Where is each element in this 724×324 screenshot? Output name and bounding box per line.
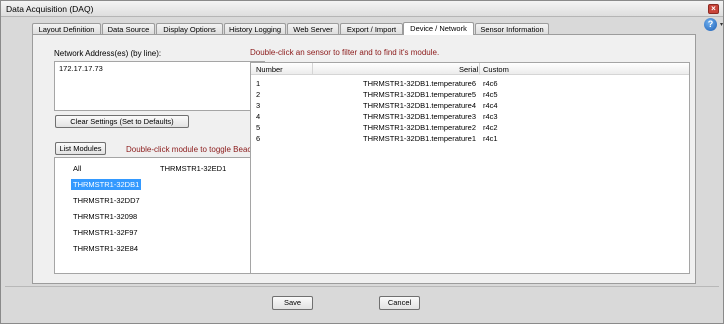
module-item[interactable]: THRMSTR1-32ED1 [158,163,228,174]
sensor-custom: r4c3 [483,112,498,121]
module-item[interactable]: THRMSTR1-32098 [71,211,139,222]
sensor-number: 1 [256,79,261,88]
device-network-panel: Network Address(es) (by line): 172.17.17… [32,34,696,284]
sensor-custom: r4c5 [483,90,498,99]
title-bar: Data Acquisition (DAQ) × [1,1,723,17]
sensor-serial: THRMSTR1-32DB1.temperature2 [363,123,476,132]
sensors-hint: Double-click an sensor to filter and to … [250,48,440,57]
help-dropdown-icon[interactable]: ▾ [720,21,723,28]
module-item-selected[interactable]: THRMSTR1-32DB1 [71,179,142,190]
sensor-custom: r4c4 [483,101,498,110]
sensor-serial: THRMSTR1-32DB1.temperature4 [363,101,476,110]
column-number[interactable]: Number [256,65,283,74]
sensor-custom: r4c1 [483,134,498,143]
column-custom[interactable]: Custom [483,65,509,74]
sensor-row[interactable]: 1 THRMSTR1-32DB1.temperature6 r4c6 [251,78,689,89]
network-address-input[interactable]: 172.17.17.73 ▲ ▼ [54,61,265,111]
column-serial[interactable]: Serial [459,65,478,74]
sensor-number: 5 [256,123,261,132]
network-address-value: 172.17.17.73 [59,64,103,73]
sensor-serial: THRMSTR1-32DB1.temperature6 [363,79,476,88]
sensor-row[interactable]: 6 THRMSTR1-32DB1.temperature1 r4c1 [251,133,689,144]
window-title: Data Acquisition (DAQ) [6,4,94,14]
network-address-label: Network Address(es) (by line): [54,49,162,58]
modules-list[interactable]: All THRMSTR1-32DB1 THRMSTR1-32DD7 THRMST… [54,157,252,274]
sensor-row[interactable]: 2 THRMSTR1-32DB1.temperature5 r4c5 [251,89,689,100]
module-item-all[interactable]: All [71,163,83,174]
sensor-serial: THRMSTR1-32DB1.temperature5 [363,90,476,99]
sensor-serial: THRMSTR1-32DB1.temperature3 [363,112,476,121]
clear-settings-button[interactable]: Clear Settings (Set to Defaults) [55,115,189,128]
sensor-custom: r4c6 [483,79,498,88]
sensor-number: 2 [256,90,261,99]
sensor-number: 3 [256,101,261,110]
modules-hint: Double-click module to toggle Beacon. [126,145,263,154]
module-item[interactable]: THRMSTR1-32DD7 [71,195,142,206]
module-item[interactable]: THRMSTR1-32F97 [71,227,140,238]
daq-window: Data Acquisition (DAQ) × ? ▾ Layout Defi… [0,0,724,324]
sensor-row[interactable]: 5 THRMSTR1-32DB1.temperature2 r4c2 [251,122,689,133]
save-button[interactable]: Save [272,296,313,310]
tab-device-network[interactable]: Device / Network [403,22,474,35]
footer-bar: Save Cancel [2,287,722,323]
column-separator [312,63,313,75]
sensor-number: 6 [256,134,261,143]
sensor-custom: r4c2 [483,123,498,132]
module-item[interactable]: THRMSTR1-32E84 [71,243,140,254]
sensor-row[interactable]: 3 THRMSTR1-32DB1.temperature4 r4c4 [251,100,689,111]
sensor-list-header: Number Serial Custom [251,63,689,75]
sensor-row[interactable]: 4 THRMSTR1-32DB1.temperature3 r4c3 [251,111,689,122]
list-modules-button[interactable]: List Modules [55,142,106,155]
column-separator [479,63,480,75]
cancel-button[interactable]: Cancel [379,296,420,310]
sensor-number: 4 [256,112,261,121]
help-icon[interactable]: ? [704,18,717,31]
sensor-list[interactable]: Number Serial Custom 1 THRMSTR1-32DB1.te… [250,62,690,274]
close-button[interactable]: × [708,4,719,14]
sensor-serial: THRMSTR1-32DB1.temperature1 [363,134,476,143]
